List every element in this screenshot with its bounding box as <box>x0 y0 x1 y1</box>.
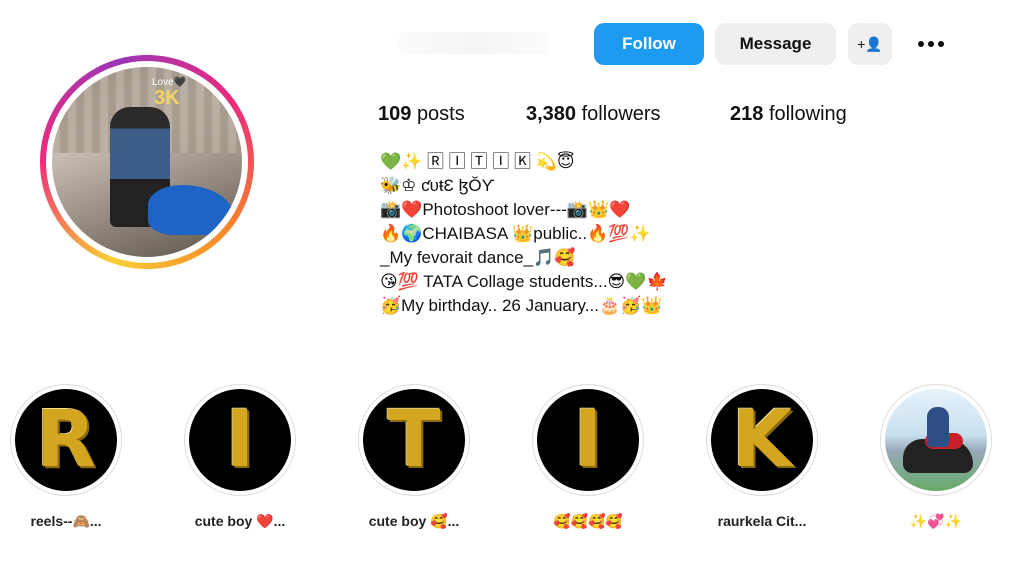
highlight-letter: R <box>35 395 97 485</box>
message-button[interactable]: Message <box>715 23 836 65</box>
highlight-image: I <box>537 389 639 491</box>
follow-button[interactable]: Follow <box>594 23 704 65</box>
highlight-cover[interactable]: T <box>358 384 470 496</box>
posts-label: posts <box>416 103 465 125</box>
highlight-label: ✨💞✨ <box>909 513 963 529</box>
avatar-motorbike <box>148 185 233 235</box>
highlight-letter: I <box>573 395 603 485</box>
highlight-cover[interactable]: K <box>706 384 818 496</box>
highlight-photo <box>885 389 987 491</box>
highlight-label: cute boy ❤️... <box>194 513 286 529</box>
highlight-label: 🥰🥰🥰🥰 <box>553 513 623 529</box>
posts-stat: 109 posts <box>378 103 465 126</box>
highlight-letter: T <box>387 395 441 485</box>
avatar-border: Love🖤 3K <box>46 61 248 263</box>
following-label: following <box>768 103 847 125</box>
highlight-image: R <box>15 389 117 491</box>
highlight-cute-boy-1[interactable]: I cute boy ❤️... <box>184 384 296 530</box>
suggest-user-button[interactable]: +👤 <box>848 23 892 65</box>
following-stat[interactable]: 218 following <box>730 103 847 126</box>
bio-line: 🥳My birthday.. 26 January...🎂🥳👑 <box>380 296 663 315</box>
bio-line: 📸❤️Photoshoot lover---📸👑❤️ <box>380 200 631 219</box>
bio-line: 🐝♔ ƈᴜŧƐ ɮŎƳ <box>380 176 495 195</box>
highlight-image: K <box>711 389 813 491</box>
followers-stat[interactable]: 3,380 followers <box>526 103 661 126</box>
more-dot <box>928 41 934 47</box>
username-redacted <box>398 32 548 54</box>
highlight-label: cute boy 🥰... <box>368 513 460 529</box>
followers-count: 3,380 <box>526 103 577 125</box>
highlight-label: raurkela Cit... <box>717 513 807 529</box>
highlight-cover[interactable]: R <box>10 384 122 496</box>
profile-avatar[interactable]: Love🖤 3K <box>40 55 254 269</box>
highlight-label: reels--🙈... <box>30 513 102 529</box>
rider-shape <box>927 407 949 447</box>
posts-count: 109 <box>378 103 412 125</box>
more-dot <box>938 41 944 47</box>
highlight-emoji[interactable]: I 🥰🥰🥰🥰 <box>532 384 644 530</box>
highlight-letter: I <box>225 395 255 485</box>
following-count: 218 <box>730 103 764 125</box>
highlight-image: T <box>363 389 465 491</box>
highlight-letter: K <box>731 395 793 485</box>
followers-label: followers <box>581 103 661 125</box>
highlight-cover[interactable] <box>880 384 992 496</box>
profile-bio: 💚✨ 🅁 🄸 🅃 🄸 🄺 💫😇 🐝♔ ƈᴜŧƐ ɮŎƳ 📸❤️Photoshoo… <box>380 150 668 318</box>
bio-line: 💚✨ 🅁 🄸 🅃 🄸 🄺 💫😇 <box>380 152 575 171</box>
highlight-cute-boy-2[interactable]: T cute boy 🥰... <box>358 384 470 530</box>
avatar-overlay-badge: 3K <box>154 87 180 109</box>
highlight-reels[interactable]: R reels--🙈... <box>10 384 122 530</box>
highlight-sparkles[interactable]: ✨💞✨ <box>880 384 992 530</box>
highlight-raurkela[interactable]: K raurkela Cit... <box>706 384 818 529</box>
bio-line: 😘💯 TATA Collage students...😎💚🍁 <box>380 272 668 291</box>
add-user-icon: +👤 <box>857 35 883 52</box>
more-options-button[interactable] <box>912 30 950 58</box>
highlight-image: I <box>189 389 291 491</box>
bio-line: 🔥🌍CHAIBASA 👑public..🔥💯✨ <box>380 224 651 243</box>
highlight-cover[interactable]: I <box>184 384 296 496</box>
avatar-photo: Love🖤 3K <box>52 67 242 257</box>
highlight-cover[interactable]: I <box>532 384 644 496</box>
more-dot <box>918 41 924 47</box>
bio-line: _My fevorait dance_🎵🥰 <box>380 248 576 267</box>
